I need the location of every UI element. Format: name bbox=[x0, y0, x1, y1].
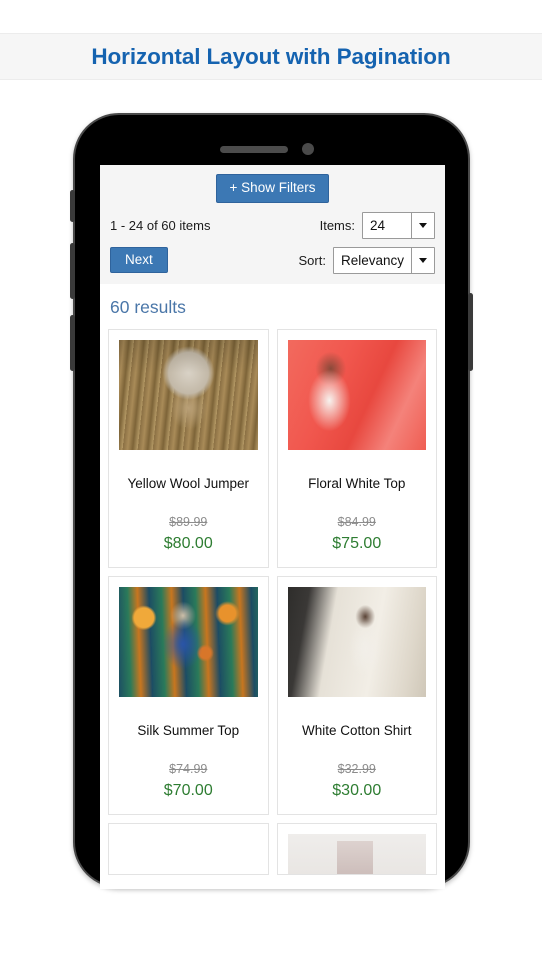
next-page-button[interactable]: Next bbox=[110, 247, 168, 274]
page-title: Horizontal Layout with Pagination bbox=[91, 43, 451, 69]
items-label: Items: bbox=[319, 217, 355, 233]
product-title: Yellow Wool Jumper bbox=[127, 475, 250, 491]
product-sale-price: $30.00 bbox=[332, 781, 382, 799]
phone-mute-switch[interactable] bbox=[70, 190, 75, 222]
result-count-text: 1 - 24 of 60 items bbox=[110, 217, 211, 233]
product-card[interactable]: Floral White Top $84.99 $75.00 bbox=[276, 328, 437, 568]
product-sale-price: $70.00 bbox=[163, 781, 213, 799]
chevron-down-icon bbox=[411, 212, 434, 238]
front-camera-icon bbox=[301, 143, 314, 155]
product-card[interactable]: Yellow Wool Jumper $89.99 $80.00 bbox=[108, 328, 269, 568]
search-toolbar: + Show Filters 1 - 24 of 60 items Items:… bbox=[100, 165, 445, 284]
product-image bbox=[287, 586, 426, 697]
items-per-page-value: 24 bbox=[370, 217, 386, 233]
product-title: White Cotton Shirt bbox=[301, 722, 412, 738]
product-original-price: $84.99 bbox=[337, 514, 376, 529]
show-filters-row: + Show Filters bbox=[110, 174, 435, 203]
product-image bbox=[287, 339, 426, 450]
sort-control: Sort: Relevancy bbox=[298, 246, 435, 274]
sort-label: Sort: bbox=[298, 252, 326, 268]
phone-power-button[interactable] bbox=[468, 293, 473, 371]
sort-select[interactable]: Relevancy bbox=[332, 246, 435, 274]
phone-volume-down-button[interactable] bbox=[70, 315, 75, 371]
product-card[interactable] bbox=[276, 822, 437, 875]
product-card[interactable] bbox=[108, 822, 269, 875]
product-original-price: $89.99 bbox=[169, 514, 208, 529]
product-image bbox=[119, 339, 258, 450]
phone-volume-up-button[interactable] bbox=[70, 243, 75, 299]
sort-value: Relevancy bbox=[340, 252, 404, 268]
speaker-grille-icon bbox=[219, 146, 288, 153]
items-row: 1 - 24 of 60 items Items: 24 bbox=[110, 211, 435, 239]
phone-screen: + Show Filters 1 - 24 of 60 items Items:… bbox=[100, 165, 445, 889]
product-title: Floral White Top bbox=[308, 475, 406, 491]
items-per-page-control: Items: 24 bbox=[319, 211, 435, 239]
product-original-price: $32.99 bbox=[337, 761, 376, 776]
page-header: Horizontal Layout with Pagination bbox=[0, 33, 542, 80]
product-sale-price: $75.00 bbox=[332, 534, 382, 552]
results-heading: 60 results bbox=[100, 283, 445, 329]
product-card[interactable]: Silk Summer Top $74.99 $70.00 bbox=[108, 575, 269, 815]
product-image bbox=[119, 586, 258, 697]
product-original-price: $74.99 bbox=[169, 761, 208, 776]
product-image bbox=[287, 833, 426, 874]
product-card[interactable]: White Cotton Shirt $32.99 $30.00 bbox=[276, 575, 437, 815]
show-filters-button[interactable]: + Show Filters bbox=[215, 174, 330, 203]
items-per-page-select[interactable]: 24 bbox=[362, 211, 435, 239]
phone-mockup: + Show Filters 1 - 24 of 60 items Items:… bbox=[70, 113, 473, 889]
product-sale-price: $80.00 bbox=[163, 534, 213, 552]
sort-row: Next Sort: Relevancy bbox=[110, 246, 435, 274]
chevron-down-icon bbox=[411, 247, 434, 273]
product-title: Silk Summer Top bbox=[137, 722, 240, 738]
product-grid: Yellow Wool Jumper $89.99 $80.00 Floral … bbox=[100, 328, 445, 875]
